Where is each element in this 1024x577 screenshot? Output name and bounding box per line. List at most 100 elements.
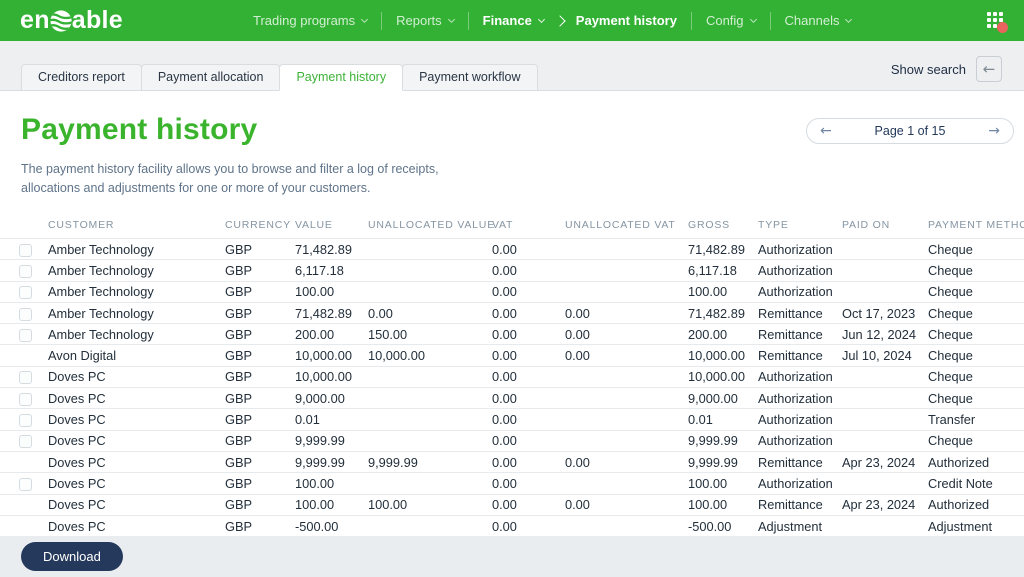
show-search-toggle-button[interactable]: ← [976, 56, 1002, 82]
row-checkbox[interactable] [19, 308, 32, 321]
cell-payment-method: Cheque [928, 388, 1024, 409]
cell-value: 9,999.99 [295, 451, 368, 472]
cell-value: 0.01 [295, 409, 368, 430]
row-checkbox[interactable] [19, 329, 32, 342]
row-checkbox[interactable] [19, 265, 32, 278]
cell-vat: 0.00 [492, 473, 565, 494]
cell-unallocated-vat [565, 239, 688, 260]
pagination: ← Page 1 of 15 → [806, 118, 1014, 144]
cell-unallocated-value [368, 430, 492, 451]
tab-payment-allocation[interactable]: Payment allocation [141, 64, 281, 91]
previous-page-button[interactable]: ← [820, 124, 832, 138]
row-select-cell [0, 302, 48, 323]
nav-item-reports[interactable]: Reports [382, 13, 468, 28]
cell-type: Authorization [758, 366, 842, 387]
row-select-cell [0, 260, 48, 281]
cell-value: 10,000.00 [295, 366, 368, 387]
cell-currency: GBP [225, 409, 295, 430]
tab-creditors-report[interactable]: Creditors report [21, 64, 142, 91]
chevron-down-icon [448, 15, 455, 22]
row-select-cell [0, 451, 48, 472]
cell-type: Authorization [758, 473, 842, 494]
cell-currency: GBP [225, 494, 295, 515]
cell-payment-method: Adjustment [928, 515, 1024, 536]
show-search: Show search ← [891, 56, 1002, 82]
app-launcher-button[interactable] [987, 12, 1004, 29]
row-select-cell [0, 494, 48, 515]
show-search-label: Show search [891, 62, 966, 77]
payment-history-table: CUSTOMERCURRENCYVALUEUNALLOCATED VALUEVA… [0, 219, 1024, 536]
cell-customer: Avon Digital [48, 345, 225, 366]
cell-gross: 0.01 [688, 409, 758, 430]
table-row: Amber TechnologyGBP200.00150.000.000.002… [0, 324, 1024, 345]
cell-paid-on [842, 515, 928, 536]
row-checkbox[interactable] [19, 393, 32, 406]
cell-gross: 100.00 [688, 281, 758, 302]
row-select-cell [0, 239, 48, 260]
cell-customer: Amber Technology [48, 260, 225, 281]
nav-item-label: Reports [396, 13, 442, 28]
cell-gross: 9,000.00 [688, 388, 758, 409]
cell-currency: GBP [225, 515, 295, 536]
tabs: Creditors reportPayment allocationPaymen… [21, 64, 537, 91]
nav-item-payment-history[interactable]: Payment history [562, 13, 691, 28]
next-page-button[interactable]: → [988, 124, 1000, 138]
cell-value: 200.00 [295, 324, 368, 345]
column-header-unallocated-value: UNALLOCATED VALUE [368, 219, 492, 239]
cell-paid-on: Oct 17, 2023 [842, 302, 928, 323]
cell-value: 10,000.00 [295, 345, 368, 366]
cell-customer: Doves PC [48, 366, 225, 387]
table-row: Doves PCGBP100.00100.000.000.00100.00Rem… [0, 494, 1024, 515]
nav-item-label: Finance [483, 13, 532, 28]
cell-unallocated-vat: 0.00 [565, 451, 688, 472]
cell-type: Adjustment [758, 515, 842, 536]
cell-gross: 71,482.89 [688, 302, 758, 323]
cell-value: 100.00 [295, 281, 368, 302]
cell-unallocated-vat [565, 281, 688, 302]
row-checkbox[interactable] [19, 371, 32, 384]
cell-paid-on [842, 366, 928, 387]
row-checkbox[interactable] [19, 244, 32, 257]
tab-payment-workflow[interactable]: Payment workflow [402, 64, 537, 91]
cell-gross: 6,117.18 [688, 260, 758, 281]
table-row: Amber TechnologyGBP100.000.00100.00Autho… [0, 281, 1024, 302]
cell-currency: GBP [225, 473, 295, 494]
cell-unallocated-value: 0.00 [368, 302, 492, 323]
table-row: Amber TechnologyGBP6,117.180.006,117.18A… [0, 260, 1024, 281]
download-button[interactable]: Download [21, 542, 123, 571]
cell-payment-method: Cheque [928, 260, 1024, 281]
nav-item-channels[interactable]: Channels [771, 13, 866, 28]
cell-unallocated-vat: 0.00 [565, 302, 688, 323]
row-checkbox[interactable] [19, 478, 32, 491]
cell-payment-method: Cheque [928, 281, 1024, 302]
cell-unallocated-value: 9,999.99 [368, 451, 492, 472]
logo-text-pre: en [20, 8, 50, 33]
cell-unallocated-vat [565, 515, 688, 536]
nav-item-finance[interactable]: Finance [469, 13, 558, 28]
cell-customer: Doves PC [48, 388, 225, 409]
nav-item-config[interactable]: Config [692, 13, 770, 28]
cell-type: Authorization [758, 281, 842, 302]
cell-vat: 0.00 [492, 451, 565, 472]
brand-logo[interactable]: en able [20, 8, 123, 33]
row-checkbox[interactable] [19, 414, 32, 427]
tab-payment-history[interactable]: Payment history [279, 64, 403, 91]
table-row: Doves PCGBP-500.000.00-500.00AdjustmentA… [0, 515, 1024, 536]
row-checkbox[interactable] [19, 286, 32, 299]
cell-customer: Doves PC [48, 515, 225, 536]
cell-unallocated-vat [565, 260, 688, 281]
cell-customer: Amber Technology [48, 302, 225, 323]
nav-item-trading-programs[interactable]: Trading programs [239, 13, 381, 28]
cell-payment-method: Cheque [928, 302, 1024, 323]
cell-value: 100.00 [295, 473, 368, 494]
cell-payment-method: Authorized [928, 494, 1024, 515]
cell-unallocated-vat [565, 366, 688, 387]
cell-unallocated-value [368, 366, 492, 387]
cell-currency: GBP [225, 388, 295, 409]
nav-item-label: Trading programs [253, 13, 355, 28]
cell-vat: 0.00 [492, 281, 565, 302]
row-checkbox[interactable] [19, 435, 32, 448]
cell-vat: 0.00 [492, 388, 565, 409]
row-select-cell [0, 324, 48, 345]
column-header-customer: CUSTOMER [48, 219, 225, 239]
